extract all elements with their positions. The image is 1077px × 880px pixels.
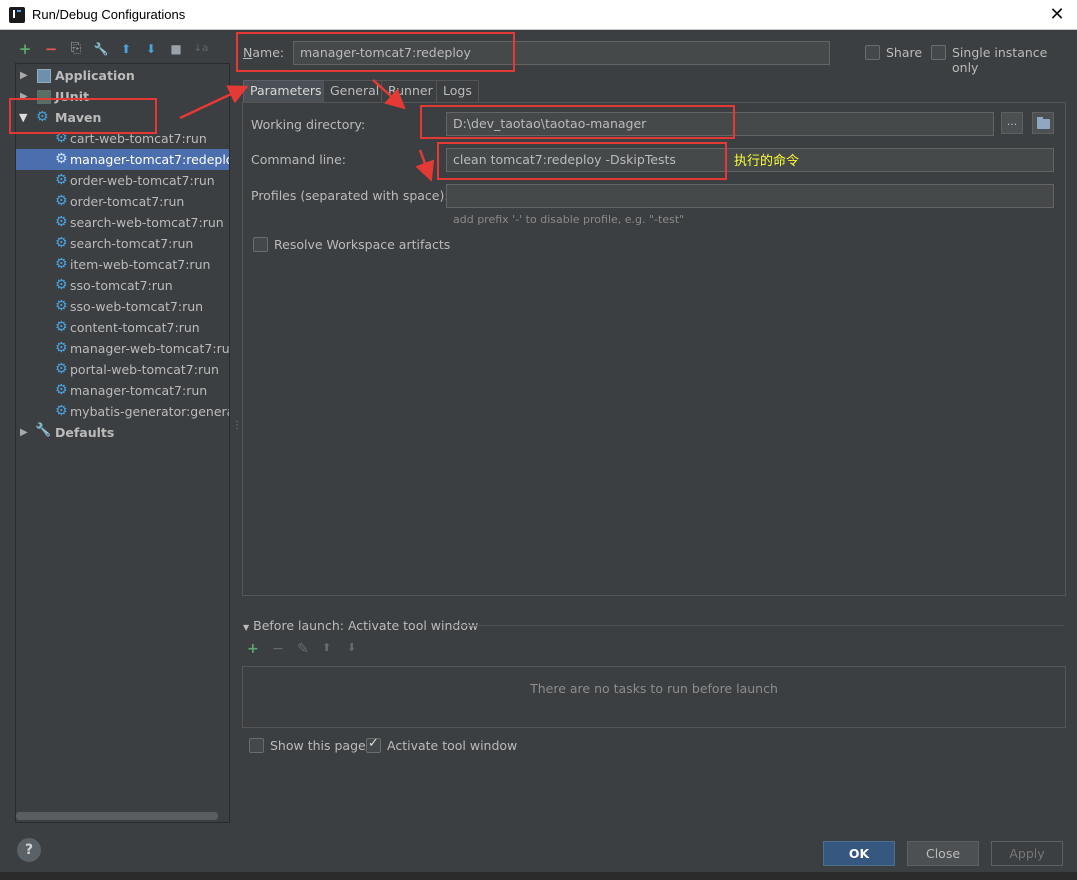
arrow-to-working-dir [372, 79, 406, 110]
arrow-maven-to-parameters [179, 85, 249, 120]
annotation-arrows [179, 79, 435, 182]
arrow-to-command [415, 149, 435, 182]
